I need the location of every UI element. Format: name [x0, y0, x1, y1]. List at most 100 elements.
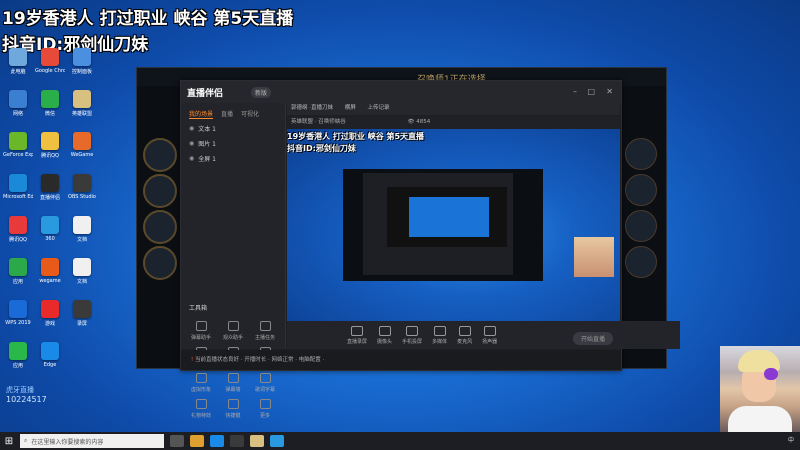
desktop-icon[interactable]: 控制面板: [66, 48, 98, 90]
desktop-icon-label: Google Chrome: [35, 68, 65, 74]
champion-slot-3[interactable]: [143, 210, 177, 244]
windows-start-icon[interactable]: ⊞: [0, 436, 18, 447]
tool-item[interactable]: 虚拟形象: [185, 373, 217, 399]
tab-live[interactable]: 直播: [221, 109, 233, 119]
tool-icon: [259, 321, 271, 331]
scene-tabs: 我的场景 直播 可视化: [181, 103, 285, 121]
app-icon[interactable]: [270, 435, 284, 447]
eye-icon[interactable]: ◉: [189, 140, 194, 147]
tab-visual[interactable]: 可视化: [241, 109, 259, 119]
obs-icon: [73, 174, 91, 192]
desktop-icon-label: 微信: [44, 111, 55, 117]
desktop-icon-label: 文档: [76, 237, 87, 243]
desktop-icon[interactable]: 360: [34, 216, 66, 258]
enemy-slot-4: [625, 246, 657, 278]
scene-item[interactable]: ◉ 文本 1: [181, 121, 285, 136]
bottom-toolbar-button[interactable]: 直播录屏: [347, 325, 368, 345]
desktop-icon[interactable]: wegame: [34, 258, 66, 300]
desktop-icon[interactable]: 微信: [34, 90, 66, 132]
version-badge[interactable]: 新版: [251, 87, 272, 98]
enemy-slot-1: [625, 138, 657, 170]
desktop-icon-label: WPS 2019: [5, 320, 31, 326]
desktop-icon[interactable]: 文档: [66, 216, 98, 258]
tool-item[interactable]: 礼物特效: [185, 399, 217, 425]
champion-slot-2[interactable]: [143, 174, 177, 208]
scene-label: 全屏 1: [198, 156, 216, 163]
tool-item[interactable]: 观众助手: [217, 321, 249, 347]
desktop-icon[interactable]: 文档: [66, 258, 98, 300]
desktop-icon[interactable]: 英雄联盟: [66, 90, 98, 132]
bottom-toolbar-button[interactable]: 手机投屏: [402, 325, 423, 345]
ime-indicator[interactable]: 中: [788, 437, 794, 444]
tool-label: 观众助手: [222, 335, 243, 341]
desktop-icon[interactable]: 腾讯QQ: [34, 132, 66, 174]
bottom-toolbar-button[interactable]: 多媒体: [432, 325, 447, 345]
tool-icon: [195, 399, 207, 409]
desktop-icon[interactable]: Microsoft Edge: [2, 174, 34, 216]
desktop-icon[interactable]: GeForce Experience: [2, 132, 34, 174]
desktop-icon[interactable]: 腾讯QQ: [2, 216, 34, 258]
game2-icon: [41, 300, 59, 318]
desktop-icon[interactable]: 此电脑: [2, 48, 34, 90]
preview-canvas[interactable]: 19岁香港人 打过职业 峡谷 第5天直播 抖音ID:邪剑仙刀妹: [287, 129, 620, 321]
tool-item[interactable]: 弹幕助手: [185, 321, 217, 347]
file-explorer-icon[interactable]: [190, 435, 204, 447]
desktop-icon[interactable]: 游戏: [34, 300, 66, 342]
close-icon[interactable]: ✕: [606, 87, 613, 96]
edge-icon[interactable]: [210, 435, 224, 447]
desktop-icon[interactable]: 应用: [2, 342, 34, 384]
desktop-icon-label: 英雄联盟: [71, 111, 92, 117]
eye-icon[interactable]: ◉: [189, 125, 194, 132]
toolbar-icon: [378, 325, 391, 336]
toolbox-title: 工具箱: [189, 305, 208, 312]
viewer-icon: 👁: [407, 119, 415, 125]
toolbar-label: 直播录屏: [347, 338, 368, 345]
desktop-icon[interactable]: Edge: [34, 342, 66, 384]
desktop-icon[interactable]: WPS 2019: [2, 300, 34, 342]
desktop-icon-label: 控制面板: [71, 69, 92, 75]
system-tray[interactable]: 中: [788, 435, 794, 444]
go-live-button[interactable]: 开始直播: [572, 332, 613, 345]
taskbar: ⊞ ⌕ 在这里输入你要搜索的内容 中: [0, 432, 800, 450]
chrome-icon: [41, 48, 59, 66]
stream-app-icon[interactable]: [230, 435, 244, 447]
desktop-icon[interactable]: 应用: [2, 258, 34, 300]
desktop-icon-label: 应用: [12, 363, 23, 369]
tool-item[interactable]: 更多: [249, 399, 281, 425]
lol-icon[interactable]: [250, 435, 264, 447]
desktop-icon[interactable]: OBS Studio: [66, 174, 98, 216]
app3-icon: [9, 342, 27, 360]
task-view-icon[interactable]: [170, 435, 184, 447]
tool-item[interactable]: 快捷键: [217, 399, 249, 425]
tool-icon: [195, 373, 207, 383]
tool-item[interactable]: 歌词字幕: [249, 373, 281, 399]
desktop-icon-label: 360: [45, 236, 55, 242]
orientation-button[interactable]: 横屏: [345, 105, 356, 111]
desktop-icon[interactable]: 网络: [2, 90, 34, 132]
game-mode-label: 英雄联盟 · 召唤师峡谷: [291, 119, 346, 125]
tab-my-scenes[interactable]: 我的场景: [189, 109, 214, 119]
champion-slot-4[interactable]: [143, 246, 177, 280]
bottom-toolbar-button[interactable]: 摄像头: [377, 325, 392, 345]
taskbar-search[interactable]: ⌕ 在这里输入你要搜索的内容: [20, 434, 164, 448]
tool-item[interactable]: 主播任务: [249, 321, 281, 347]
desktop-icon[interactable]: WeGame: [66, 132, 98, 174]
desktop-icon[interactable]: 录屏: [66, 300, 98, 342]
upload-record-button[interactable]: 上传记录: [368, 105, 390, 111]
scene-item[interactable]: ◉ 全屏 1: [181, 151, 285, 166]
scene-item[interactable]: ◉ 图片 1: [181, 136, 285, 151]
maximize-icon[interactable]: □: [587, 87, 595, 96]
desktop-icon-label: wegame: [39, 278, 61, 284]
minimize-icon[interactable]: –: [573, 87, 577, 96]
bottom-toolbar-button[interactable]: 扬声器: [482, 325, 497, 345]
desktop-icon[interactable]: Google Chrome: [34, 48, 66, 90]
toolbar-label: 手机投屏: [402, 338, 423, 345]
champion-slot-1[interactable]: [143, 138, 177, 172]
eye-icon[interactable]: ◉: [189, 155, 194, 162]
mirrored-title-line1: 19岁香港人 打过职业 峡谷 第5天直播: [287, 132, 425, 141]
bottom-toolbar-button[interactable]: 麦克风: [457, 325, 472, 345]
stream-app-window[interactable]: 直播伴侣 新版 – □ ✕ 我的场景 直播 可视化 ◉ 文本 1 ◉ 图片 1 ◉ 全…: [180, 80, 680, 419]
lol-icon: [73, 90, 91, 108]
tool-item[interactable]: 弹幕墙: [217, 373, 249, 399]
desktop-icon[interactable]: 直播伴侣: [34, 174, 66, 216]
